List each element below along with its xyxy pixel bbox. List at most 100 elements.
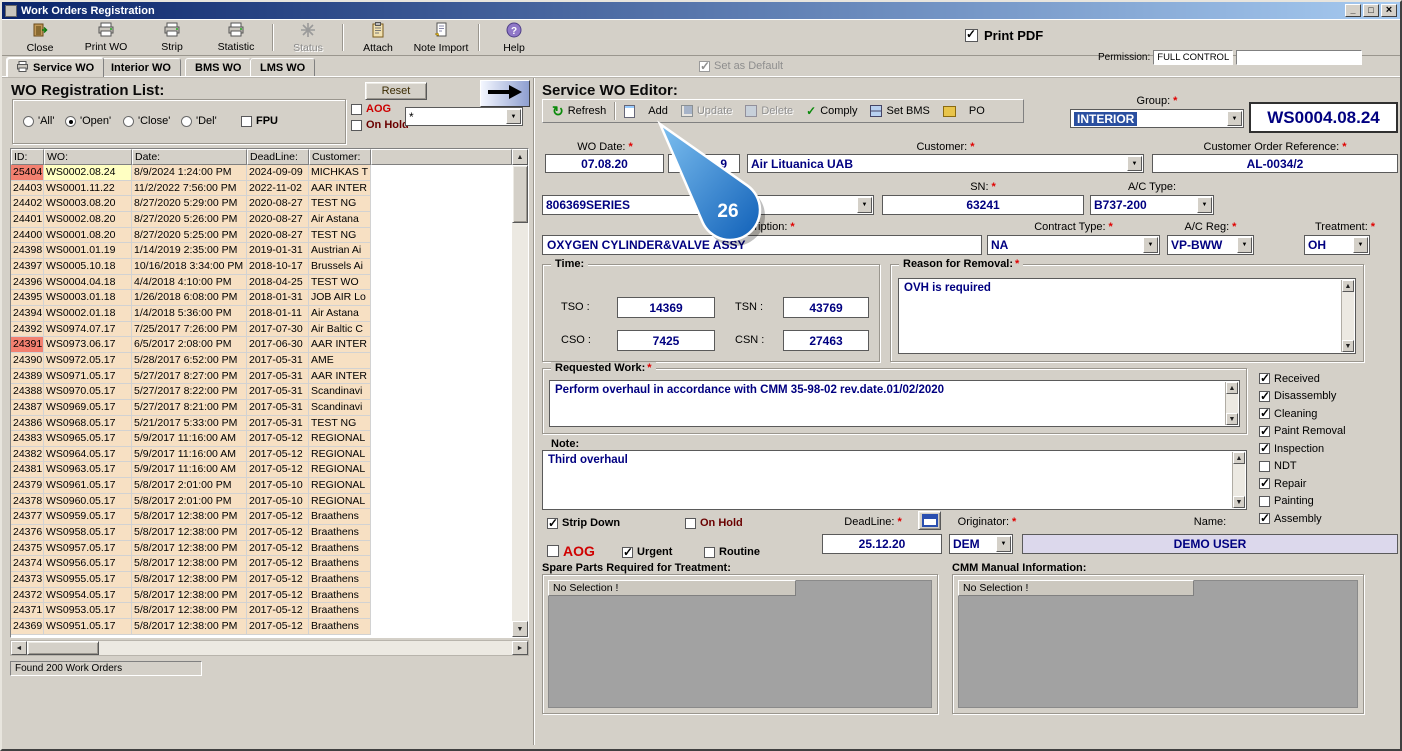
urgent-checkbox[interactable]: Urgent — [622, 545, 672, 559]
cell-dl[interactable]: 2017-05-31 — [247, 415, 309, 432]
cell-id[interactable]: 24376 — [11, 525, 44, 541]
cell-id[interactable]: 24369 — [11, 619, 44, 635]
table-row[interactable]: 24375 WS0957.05.17 5/8/2017 12:38:00 PM 201… — [11, 540, 512, 557]
textarea-scrollbar[interactable] — [1341, 280, 1354, 352]
cell-dl[interactable]: 2017-05-12 — [247, 509, 309, 526]
cell-date[interactable]: 1/26/2018 6:08:00 PM — [132, 290, 247, 306]
cell-id[interactable]: 25404 — [11, 165, 44, 181]
new-button[interactable] — [619, 102, 640, 121]
table-row[interactable]: 24383 WS0965.05.17 5/9/2017 11:16:00 AM 201… — [11, 431, 512, 447]
cell-dl[interactable]: 2018-10-17 — [247, 258, 309, 275]
table-row[interactable]: 24403 WS0001.11.22 11/2/2022 7:56:00 PM 202… — [11, 180, 512, 197]
cell-dl[interactable]: 2017-05-12 — [247, 525, 309, 541]
filter-open-radio[interactable]: 'Open' — [65, 115, 111, 127]
print-wo-button[interactable]: Print WO — [76, 22, 136, 53]
strip-down-checkbox[interactable]: Strip Down — [547, 516, 620, 530]
table-row[interactable]: 24376 WS0958.05.17 5/8/2017 12:38:00 PM 201… — [11, 525, 512, 541]
table-row[interactable]: 24397 WS0005.10.18 10/16/2018 3:34:00 PM 20… — [11, 258, 512, 275]
scroll-up-button[interactable] — [1226, 382, 1238, 394]
table-row[interactable]: 24371 WS0953.05.17 5/8/2017 12:38:00 PM 201… — [11, 603, 512, 620]
cell-id[interactable]: 24377 — [11, 509, 44, 526]
cell-id[interactable]: 24400 — [11, 227, 44, 244]
cell-date[interactable]: 5/27/2017 8:21:00 PM — [132, 399, 247, 416]
onhold-filter-checkbox[interactable]: On Hold — [351, 119, 409, 131]
cell-date[interactable]: 5/21/2017 5:33:00 PM — [132, 415, 247, 432]
cell-date[interactable]: 5/27/2017 8:22:00 PM — [132, 384, 247, 400]
cell-id[interactable]: 24383 — [11, 431, 44, 447]
cell-date[interactable]: 5/8/2017 12:38:00 PM — [132, 556, 247, 573]
cell-date[interactable]: 5/8/2017 12:38:00 PM — [132, 540, 247, 557]
cell-cust[interactable]: MICHKAS T — [309, 165, 371, 181]
cell-dl[interactable]: 2017-07-30 — [247, 321, 309, 338]
table-row[interactable]: 24390 WS0972.05.17 5/28/2017 6:52:00 PM 201… — [11, 352, 512, 369]
treatment-step-checkbox[interactable]: NDT — [1259, 458, 1399, 476]
treatment-step-checkbox[interactable]: Repair — [1259, 475, 1399, 493]
close-button[interactable]: Close — [10, 22, 70, 54]
cell-cust[interactable]: JOB AIR Lo — [309, 290, 371, 306]
cell-dl[interactable]: 2024-09-09 — [247, 165, 309, 181]
cell-dl[interactable]: 2017-05-12 — [247, 446, 309, 463]
table-row[interactable]: 24402 WS0003.08.20 8/27/2020 5:29:00 PM 202… — [11, 196, 512, 212]
cell-dl[interactable]: 2017-05-12 — [247, 572, 309, 588]
filter-close-radio[interactable]: 'Close' — [123, 115, 170, 127]
deadline-field[interactable]: 25.12.20 — [822, 534, 942, 554]
cell-dl[interactable]: 2017-05-31 — [247, 384, 309, 400]
copy-button[interactable] — [938, 102, 961, 121]
cell-date[interactable]: 8/27/2020 5:29:00 PM — [132, 196, 247, 212]
strip-button[interactable]: Strip — [142, 22, 202, 53]
note-import-button[interactable]: Note Import — [408, 22, 474, 54]
cell-wo[interactable]: WS0002.08.24 — [44, 165, 132, 181]
attach-button[interactable]: Attach — [348, 21, 408, 54]
cell-date[interactable]: 4/4/2018 4:10:00 PM — [132, 274, 247, 291]
cell-dl[interactable]: 2017-05-12 — [247, 619, 309, 635]
routine-checkbox[interactable]: Routine — [704, 546, 760, 558]
cell-id[interactable]: 24375 — [11, 540, 44, 557]
cell-date[interactable]: 5/8/2017 12:38:00 PM — [132, 509, 247, 526]
ac-type-combo[interactable]: B737-200 — [1090, 195, 1214, 215]
table-row[interactable]: 24372 WS0954.05.17 5/8/2017 12:38:00 PM 201… — [11, 587, 512, 604]
table-row[interactable]: 24388 WS0970.05.17 5/27/2017 8:22:00 PM 201… — [11, 384, 512, 400]
cell-id[interactable]: 24390 — [11, 352, 44, 369]
cell-cust[interactable]: Braathens — [309, 556, 371, 573]
table-row[interactable]: 24394 WS0002.01.18 1/4/2018 5:36:00 PM 2018… — [11, 305, 512, 322]
cell-date[interactable]: 5/8/2017 12:38:00 PM — [132, 619, 247, 635]
cell-date[interactable]: 1/4/2018 5:36:00 PM — [132, 305, 247, 322]
next-arrow-button[interactable] — [480, 80, 530, 107]
scroll-left-button[interactable] — [11, 641, 27, 655]
cell-dl[interactable]: 2020-08-27 — [247, 211, 309, 228]
cell-dl[interactable]: 2017-05-12 — [247, 587, 309, 604]
cell-date[interactable]: 5/8/2017 12:38:00 PM — [132, 603, 247, 620]
table-row[interactable]: 24379 WS0961.05.17 5/8/2017 2:01:00 PM 2017… — [11, 478, 512, 494]
table-row[interactable]: 24386 WS0968.05.17 5/21/2017 5:33:00 PM 201… — [11, 415, 512, 432]
po-button[interactable]: PO — [964, 102, 990, 121]
cell-cust[interactable]: Braathens — [309, 572, 371, 588]
cell-wo[interactable]: WS0965.05.17 — [44, 431, 132, 447]
cell-id[interactable]: 24372 — [11, 587, 44, 604]
tab-bms-wo[interactable]: BMS WO — [185, 58, 252, 76]
treatment-step-checkbox[interactable]: Assembly — [1259, 510, 1399, 528]
treatment-combo[interactable]: OH — [1304, 235, 1370, 255]
chevron-down-icon[interactable] — [1143, 237, 1158, 253]
tab-lms-wo[interactable]: LMS WO — [250, 58, 316, 76]
cell-cust[interactable]: Scandinavi — [309, 399, 371, 416]
cell-cust[interactable]: AAR INTER — [309, 368, 371, 385]
cell-wo[interactable]: WS0964.05.17 — [44, 446, 132, 463]
cell-cust[interactable]: Braathens — [309, 509, 371, 526]
cell-dl[interactable]: 2017-05-31 — [247, 399, 309, 416]
cell-date[interactable]: 5/8/2017 12:38:00 PM — [132, 525, 247, 541]
cell-cust[interactable]: Braathens — [309, 619, 371, 635]
table-row[interactable]: 24382 WS0964.05.17 5/9/2017 11:16:00 AM 201… — [11, 446, 512, 463]
cell-dl[interactable]: 2020-08-27 — [247, 196, 309, 212]
minimize-button[interactable] — [1345, 4, 1361, 17]
cell-id[interactable]: 24388 — [11, 384, 44, 400]
cell-cust[interactable]: REGIONAL — [309, 478, 371, 494]
aog-filter-checkbox[interactable]: AOG — [351, 103, 391, 115]
wo-filter-combo[interactable]: * — [405, 107, 523, 126]
cell-wo[interactable]: WS0969.05.17 — [44, 399, 132, 416]
cell-wo[interactable]: WS0956.05.17 — [44, 556, 132, 573]
cell-cust[interactable]: AAR INTER — [309, 180, 371, 197]
cell-cust[interactable]: Braathens — [309, 540, 371, 557]
treatment-step-checkbox[interactable]: Painting — [1259, 493, 1399, 511]
chevron-down-icon[interactable] — [506, 109, 521, 124]
cell-dl[interactable]: 2019-01-31 — [247, 243, 309, 259]
